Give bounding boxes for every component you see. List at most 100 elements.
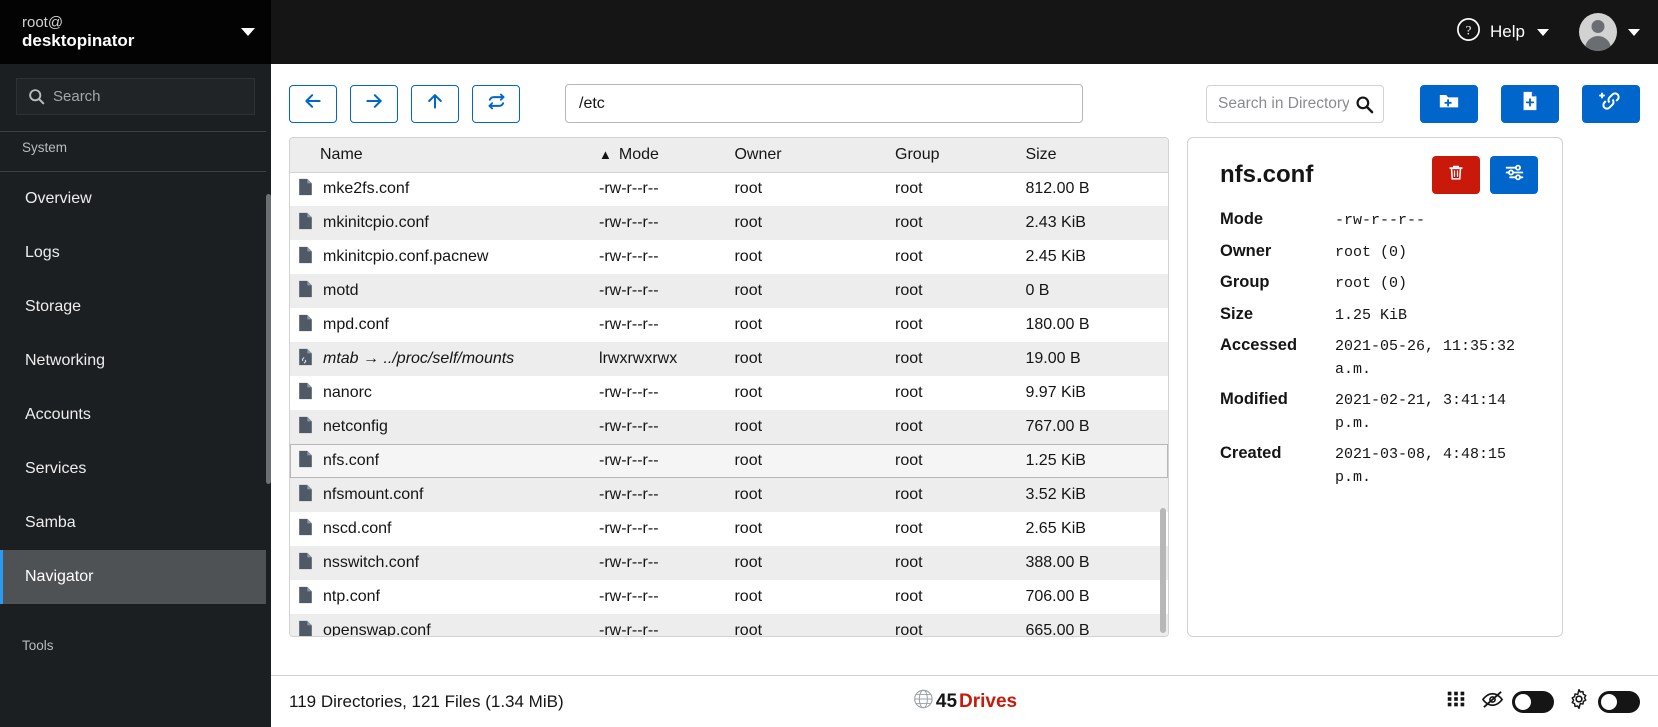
sidebar-item-accounts[interactable]: Accounts	[0, 388, 271, 442]
sidebar-item-overview[interactable]: Overview	[0, 172, 271, 226]
sidebar-item-networking[interactable]: Networking	[0, 334, 271, 388]
help-button[interactable]: ? Help	[1452, 11, 1553, 53]
forward-button[interactable]	[350, 84, 398, 123]
cell-mode: -rw-r--r--	[599, 418, 659, 435]
table-row[interactable]: mpd.conf -rw-r--r-- root root 180.00 B	[290, 308, 1168, 342]
sidebar-item-navigator[interactable]: Navigator	[0, 550, 271, 604]
cell-mode: -rw-r--r--	[599, 622, 659, 637]
avatar	[1579, 13, 1617, 51]
cell-group: root	[895, 316, 923, 333]
detail-value: 2021-05-26, 11:35:32 a.m.	[1335, 338, 1516, 378]
file-table-body: mke2fs.conf -rw-r--r-- root root 812.00 B mki…	[290, 172, 1168, 637]
sidebar-item-label: Navigator	[25, 568, 94, 585]
sidebar-item-label: Accounts	[25, 406, 91, 423]
table-row[interactable]: ntp.conf -rw-r--r-- root root 706.00 B	[290, 580, 1168, 614]
grid-view-icon[interactable]	[1445, 688, 1467, 715]
back-button[interactable]	[289, 84, 337, 123]
cell-name: motd	[290, 274, 591, 308]
navigator-app: root@ desktopinator System Overview Logs…	[0, 0, 1658, 727]
file-table: Name ▲ Mode Owner Group Size mke2fs.conf -…	[290, 138, 1168, 637]
search-in-directory-input[interactable]	[1218, 94, 1349, 113]
cell-owner: root	[734, 520, 763, 537]
sidebar-item-services[interactable]: Services	[0, 442, 271, 496]
directory-search[interactable]	[1206, 84, 1384, 123]
cell-owner: root	[734, 316, 763, 333]
host-selector[interactable]: root@ desktopinator	[0, 0, 271, 64]
logo-text-45: 45	[935, 690, 958, 712]
table-row[interactable]: mke2fs.conf -rw-r--r-- root root 812.00 B	[290, 172, 1168, 206]
up-button[interactable]	[411, 84, 459, 123]
file-list-scrollbar-thumb[interactable]	[1160, 508, 1166, 633]
file-table-header-row: Name ▲ Mode Owner Group Size	[290, 138, 1168, 173]
path-input[interactable]	[565, 84, 1083, 123]
column-header-size[interactable]: Size	[1017, 138, 1168, 173]
cell-owner: root	[734, 350, 763, 367]
column-header-group[interactable]: Group	[887, 138, 1018, 173]
brand-logo: 45 Drives	[912, 688, 1017, 716]
host-machine: desktopinator	[22, 30, 135, 50]
cell-name: mkinitcpio.conf.pacnew	[290, 240, 591, 274]
cell-size: 2.45 KiB	[1025, 248, 1086, 265]
details-fields: Mode -rw-r--r-- Owner root (0) Group root (0)…	[1220, 210, 1538, 489]
new-file-button[interactable]	[1501, 84, 1559, 123]
detail-key: Accessed	[1220, 336, 1298, 354]
caret-up-icon: ▲	[599, 146, 612, 162]
new-link-button[interactable]	[1582, 84, 1640, 123]
cell-owner: root	[734, 486, 763, 503]
details-title: nfs.conf	[1220, 161, 1314, 188]
settings-toggle[interactable]	[1598, 690, 1640, 713]
file-name-label: nfsmount.conf	[323, 486, 424, 503]
cell-owner: root	[734, 248, 763, 265]
content-area: Name ▲ Mode Owner Group Size mke2fs.conf -…	[271, 137, 1658, 675]
sidebar-search-wrap	[0, 64, 271, 125]
column-header-mode[interactable]: ▲ Mode	[591, 138, 727, 173]
column-label: Size	[1025, 145, 1057, 163]
new-folder-button[interactable]	[1420, 84, 1478, 123]
table-row[interactable]: motd -rw-r--r-- root root 0 B	[290, 274, 1168, 308]
table-row[interactable]: mkinitcpio.conf -rw-r--r-- root root 2.43 Ki…	[290, 206, 1168, 240]
file-name-label: netconfig	[323, 418, 388, 435]
cell-size: 1.25 KiB	[1017, 444, 1168, 478]
hidden-files-toggle[interactable]	[1512, 690, 1554, 713]
cell-size: 2.43 KiB	[1025, 214, 1086, 231]
table-row[interactable]: nsswitch.conf -rw-r--r-- root root 388.00 B	[290, 546, 1168, 580]
table-row[interactable]: nfsmount.conf -rw-r--r-- root root 3.52 KiB	[290, 478, 1168, 512]
table-row[interactable]: mtab → ../proc/self/mounts lrwxrwxrwx root…	[290, 342, 1168, 376]
cell-size: 0 B	[1025, 282, 1050, 299]
sidebar-item-label: Storage	[25, 298, 82, 315]
column-header-owner[interactable]: Owner	[726, 138, 888, 173]
table-row[interactable]: nanorc -rw-r--r-- root root 9.97 KiB	[290, 376, 1168, 410]
detail-key: Created	[1220, 444, 1282, 462]
table-row[interactable]: mkinitcpio.conf.pacnew -rw-r--r-- root root…	[290, 240, 1168, 274]
search-input[interactable]	[53, 88, 254, 105]
hidden-files-toggle-group	[1481, 688, 1554, 716]
sidebar-item-storage[interactable]: Storage	[0, 280, 271, 334]
cell-mode: -rw-r--r--	[599, 180, 659, 198]
table-row[interactable]: nfs.conf -rw-r--r-- root root 1.25 KiB	[290, 444, 1168, 478]
edit-properties-button[interactable]	[1490, 156, 1538, 194]
sidebar-item-samba[interactable]: Samba	[0, 496, 271, 550]
refresh-button[interactable]	[472, 84, 520, 123]
question-circle-icon: ?	[1456, 17, 1481, 47]
sidebar-search[interactable]	[16, 78, 255, 115]
cell-mode: lrwxrwxrwx	[599, 350, 678, 367]
footer-controls	[1445, 688, 1640, 716]
svg-text:?: ?	[1466, 22, 1472, 37]
column-header-name[interactable]: Name	[290, 138, 592, 173]
eye-slash-icon[interactable]	[1481, 688, 1504, 716]
file-name-label: mkinitcpio.conf.pacnew	[323, 248, 489, 265]
table-row[interactable]: nscd.conf -rw-r--r-- root root 2.65 KiB	[290, 512, 1168, 546]
table-row[interactable]: netconfig -rw-r--r-- root root 767.00 B	[290, 410, 1168, 444]
sidebar-item-logs[interactable]: Logs	[0, 226, 271, 280]
gear-icon[interactable]	[1568, 688, 1590, 715]
account-menu-button[interactable]	[1579, 13, 1640, 51]
delete-button[interactable]	[1432, 156, 1480, 194]
search-icon[interactable]	[1355, 95, 1374, 119]
file-name-label: motd	[323, 282, 359, 299]
file-name-label: nsswitch.conf	[323, 554, 420, 571]
host-user: root@	[22, 13, 64, 31]
45drives-logo-icon	[912, 688, 934, 716]
cell-mode: -rw-r--r--	[591, 444, 727, 478]
table-row[interactable]: openswap.conf -rw-r--r-- root root 665.00 B	[290, 614, 1168, 637]
sidebar: root@ desktopinator System Overview Logs…	[0, 0, 271, 727]
